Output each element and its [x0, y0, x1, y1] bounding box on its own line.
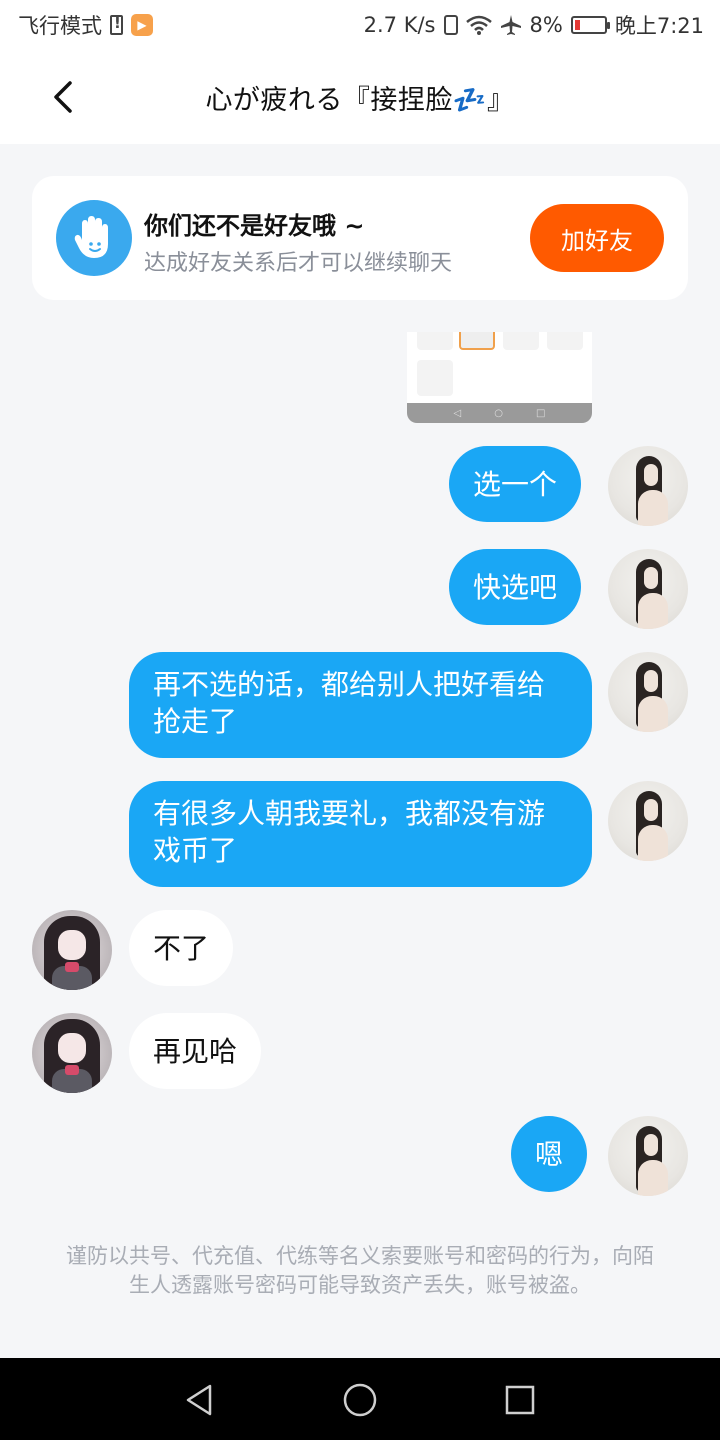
home-circle-icon[interactable] — [342, 1382, 378, 1418]
sim-alert-icon — [110, 14, 123, 35]
message-bubble[interactable]: 选一个 — [449, 446, 582, 522]
status-left: 飞行模式 ▶ — [18, 10, 153, 40]
my-avatar[interactable] — [608, 1116, 688, 1196]
message-text: 再不选的话，都给别人把好看给抢走了 — [153, 668, 546, 738]
security-warning: 谨防以共号、代充值、代练等名义索要账号和密码的行为，向陌生人透露账号密码可能导致… — [66, 1244, 654, 1297]
message-bubble[interactable]: 不了 — [129, 910, 234, 986]
message-bubble[interactable]: 嗯 — [511, 1116, 588, 1192]
my-avatar[interactable] — [608, 446, 688, 526]
message-text: 嗯 — [535, 1137, 564, 1171]
message-bubble[interactable]: 再不选的话，都给别人把好看给抢走了 — [129, 652, 592, 758]
battery-percent: 8% — [529, 13, 563, 37]
system-nav-bar — [0, 1358, 720, 1440]
contact-avatar[interactable] — [32, 1013, 112, 1093]
banner-title: 你们还不是好友哦 ~ — [144, 212, 365, 240]
app-notification-icon: ▶ — [131, 14, 153, 36]
message-text: 不了 — [153, 931, 210, 965]
banner-subtitle: 达成好友关系后才可以继续聊天 — [144, 251, 453, 276]
chevron-left-icon — [54, 81, 72, 113]
my-avatar[interactable] — [608, 652, 688, 732]
back-button[interactable] — [40, 74, 86, 120]
message-text: 再见哈 — [153, 1034, 238, 1068]
chat-title: 心が疲れる『接捏脸💤』 — [205, 84, 515, 116]
message-text: 有很多人朝我要礼，我都没有游戏币了 — [153, 797, 546, 867]
message-bubble[interactable]: 再见哈 — [129, 1013, 262, 1089]
message-text: 选一个 — [473, 467, 558, 501]
message-bubble[interactable]: 快选吧 — [449, 549, 582, 625]
friend-request-banner: 你们还不是好友哦 ~ 达成好友关系后才可以继续聊天 加好友 — [32, 176, 688, 300]
airplane-icon — [500, 15, 521, 35]
waving-hand-icon — [56, 200, 132, 276]
shared-screenshot-image[interactable]: ◁ ○ □ — [407, 332, 592, 423]
vibrate-icon — [443, 15, 458, 35]
add-friend-button[interactable]: 加好友 — [530, 204, 664, 272]
status-bar: 飞行模式 ▶ 2.7 K/s 8% 晚上7:21 — [0, 0, 720, 50]
my-avatar[interactable] — [608, 781, 688, 861]
net-speed: 2.7 K/s — [363, 13, 436, 37]
status-right: 2.7 K/s 8% 晚上7:21 — [364, 10, 704, 40]
message-text: 快选吧 — [473, 570, 558, 604]
chat-header: 心が疲れる『接捏脸💤』 — [0, 50, 720, 144]
battery-low-icon — [570, 16, 610, 34]
screenshot-nav-bar: ◁ ○ □ — [407, 403, 592, 423]
recents-square-icon[interactable] — [502, 1382, 538, 1418]
message-bubble[interactable]: 有很多人朝我要礼，我都没有游戏币了 — [129, 781, 592, 887]
contact-avatar[interactable] — [32, 910, 112, 990]
clock: 晚上7:21 — [614, 14, 704, 38]
flight-mode-label: 飞行模式 — [18, 14, 102, 38]
back-triangle-icon[interactable] — [182, 1382, 218, 1418]
my-avatar[interactable] — [608, 549, 688, 629]
wifi-icon — [465, 15, 492, 35]
